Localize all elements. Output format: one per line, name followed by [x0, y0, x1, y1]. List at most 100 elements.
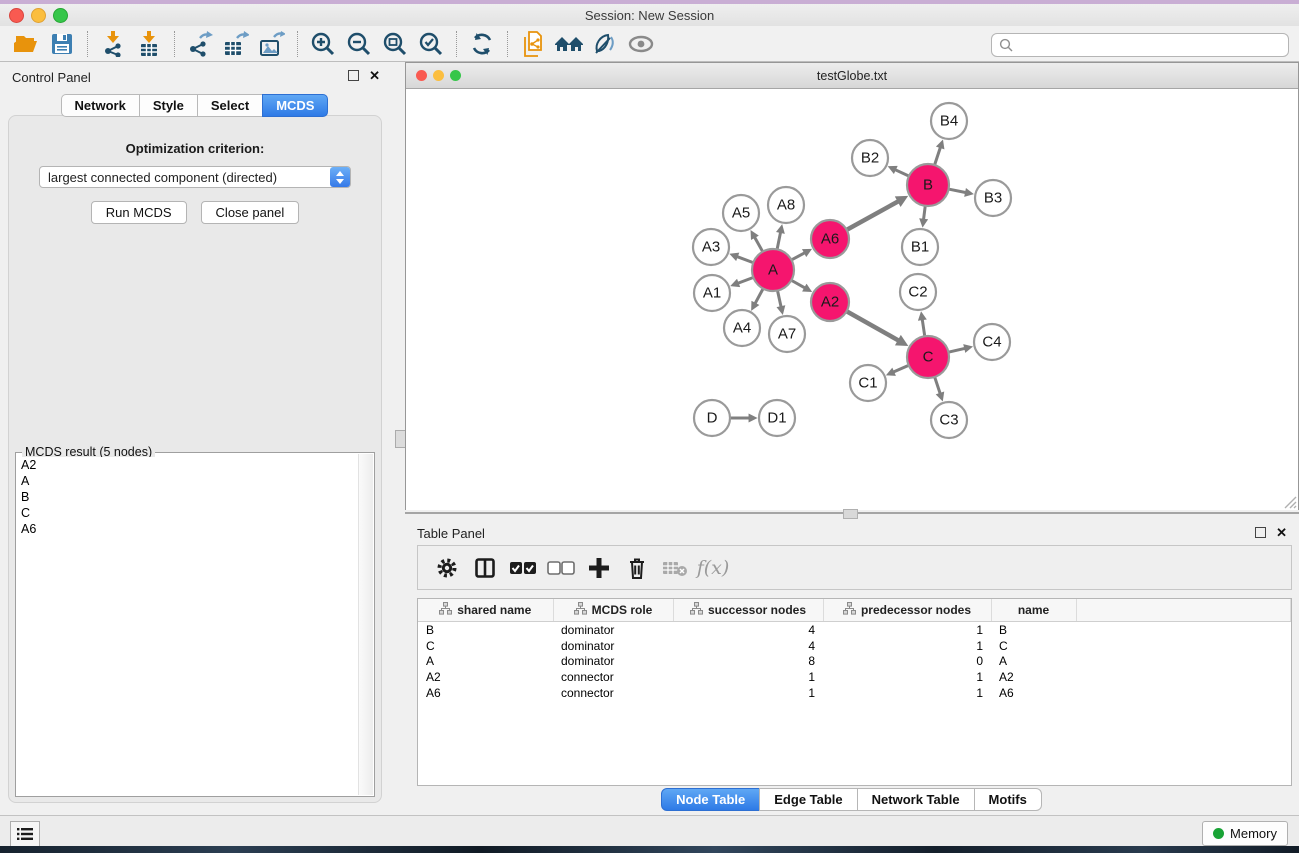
search-field[interactable] [991, 33, 1289, 57]
table-cell[interactable]: C [991, 638, 1076, 654]
select-all-columns-icon[interactable] [504, 551, 542, 585]
table-cell[interactable]: C [418, 638, 553, 654]
table-cell[interactable]: 8 [673, 653, 823, 669]
table-cell[interactable]: A6 [991, 685, 1076, 701]
table-cell[interactable]: dominator [553, 622, 673, 638]
task-history-button[interactable] [10, 821, 40, 847]
search-input[interactable] [1017, 35, 1288, 55]
float-table-panel-icon[interactable] [1255, 527, 1266, 538]
zoom-out-icon[interactable] [341, 29, 377, 59]
table-cell[interactable]: 1 [823, 685, 991, 701]
save-session-icon[interactable] [44, 29, 80, 59]
column-header[interactable]: successor nodes [673, 599, 823, 622]
close-panel-icon[interactable]: ✕ [369, 70, 380, 81]
graph-edge-B-B1[interactable] [924, 206, 926, 219]
network-zoom-button[interactable] [450, 70, 461, 81]
birds-eye-view-icon[interactable] [623, 29, 659, 59]
show-columns-icon[interactable] [466, 551, 504, 585]
column-header[interactable]: name [991, 599, 1076, 622]
delete-column-trash-icon[interactable] [618, 551, 656, 585]
column-header[interactable]: shared name [418, 599, 553, 622]
graph-edge-C-C3[interactable] [935, 377, 940, 393]
export-table-icon[interactable] [218, 29, 254, 59]
table-cell[interactable]: A [418, 653, 553, 669]
close-window-button[interactable] [9, 8, 24, 23]
import-table-icon[interactable] [131, 29, 167, 59]
table-cell[interactable]: 0 [823, 653, 991, 669]
table-cell[interactable]: A2 [991, 669, 1076, 685]
table-cell[interactable]: 1 [823, 638, 991, 654]
tab-style[interactable]: Style [139, 94, 198, 117]
column-header[interactable]: predecessor nodes [823, 599, 991, 622]
mcds-result-item[interactable]: A2 [17, 457, 359, 473]
export-image-icon[interactable] [254, 29, 290, 59]
tab-edge-table[interactable]: Edge Table [759, 788, 857, 811]
minimize-window-button[interactable] [31, 8, 46, 23]
run-mcds-button[interactable]: Run MCDS [91, 201, 187, 224]
clone-network-icon[interactable] [515, 29, 551, 59]
table-cell[interactable]: 4 [673, 638, 823, 654]
table-cell[interactable]: connector [553, 685, 673, 701]
graph-edge-A2-C[interactable] [847, 312, 898, 341]
graph-edge-A-A1[interactable] [738, 278, 753, 284]
table-cell[interactable]: dominator [553, 653, 673, 669]
toggle-graphics-details-icon[interactable] [587, 29, 623, 59]
result-scrollbar[interactable] [358, 454, 373, 795]
graph-edge-B-B4[interactable] [935, 148, 941, 165]
graph-edge-B-B2[interactable] [895, 170, 908, 176]
network-close-button[interactable] [416, 70, 427, 81]
table-cell[interactable]: A [991, 653, 1076, 669]
network-minimize-button[interactable] [433, 70, 444, 81]
table-cell[interactable]: dominator [553, 638, 673, 654]
graph-edge-C-C2[interactable] [922, 320, 924, 336]
zoom-selected-icon[interactable] [413, 29, 449, 59]
tab-mcds[interactable]: MCDS [262, 94, 328, 117]
tab-motifs[interactable]: Motifs [974, 788, 1042, 811]
mcds-result-item[interactable]: B [17, 489, 359, 505]
graph-edge-A6-B[interactable] [847, 201, 898, 229]
tab-node-table[interactable]: Node Table [661, 788, 760, 811]
graph-edge-A-A4[interactable] [755, 289, 763, 303]
graph-edge-A-A8[interactable] [777, 233, 780, 249]
close-panel-button[interactable]: Close panel [201, 201, 300, 224]
memory-button[interactable]: Memory [1202, 821, 1288, 846]
window-resize-grip[interactable] [1284, 496, 1297, 509]
table-cell[interactable]: connector [553, 669, 673, 685]
zoom-in-icon[interactable] [305, 29, 341, 59]
table-cell[interactable]: B [991, 622, 1076, 638]
table-cell[interactable]: A6 [418, 685, 553, 701]
create-column-plus-icon[interactable] [580, 551, 618, 585]
import-network-icon[interactable] [95, 29, 131, 59]
zoom-fit-icon[interactable] [377, 29, 413, 59]
home-view-icon[interactable] [551, 29, 587, 59]
close-table-panel-icon[interactable]: ✕ [1276, 527, 1287, 538]
criterion-select[interactable]: largest connected component (directed) [39, 166, 351, 188]
tab-select[interactable]: Select [197, 94, 263, 117]
graph-edge-C-C4[interactable] [949, 348, 965, 352]
graph-edge-C-C1[interactable] [894, 366, 909, 372]
graph-edge-A-A2[interactable] [792, 281, 805, 288]
graph-edge-A-A7[interactable] [778, 291, 781, 307]
graph-edge-A-A6[interactable] [792, 253, 805, 260]
table-cell[interactable]: 1 [823, 669, 991, 685]
mcds-result-item[interactable]: A [17, 473, 359, 489]
tab-network[interactable]: Network [61, 94, 140, 117]
table-cell[interactable]: A2 [418, 669, 553, 685]
unselect-all-columns-icon[interactable] [542, 551, 580, 585]
export-network-icon[interactable] [182, 29, 218, 59]
zoom-window-button[interactable] [53, 8, 68, 23]
graph-edge-A-A5[interactable] [755, 237, 763, 251]
mcds-result-item[interactable]: C [17, 505, 359, 521]
open-session-icon[interactable] [8, 29, 44, 59]
horizontal-splitter-grip[interactable] [843, 509, 858, 519]
mcds-result-item[interactable]: A6 [17, 521, 359, 537]
table-settings-gear-icon[interactable] [428, 551, 466, 585]
network-canvas[interactable]: B4B2BB3A5A8A6A3B1AA1C2A2A4A7C4CC1C3DD1 [406, 89, 1298, 510]
table-cell[interactable]: 1 [823, 622, 991, 638]
table-cell[interactable]: B [418, 622, 553, 638]
tab-network-table[interactable]: Network Table [857, 788, 975, 811]
table-cell[interactable]: 1 [673, 669, 823, 685]
table-cell[interactable]: 4 [673, 622, 823, 638]
graph-edge-B-B3[interactable] [949, 189, 965, 192]
column-header[interactable]: MCDS role [553, 599, 673, 622]
